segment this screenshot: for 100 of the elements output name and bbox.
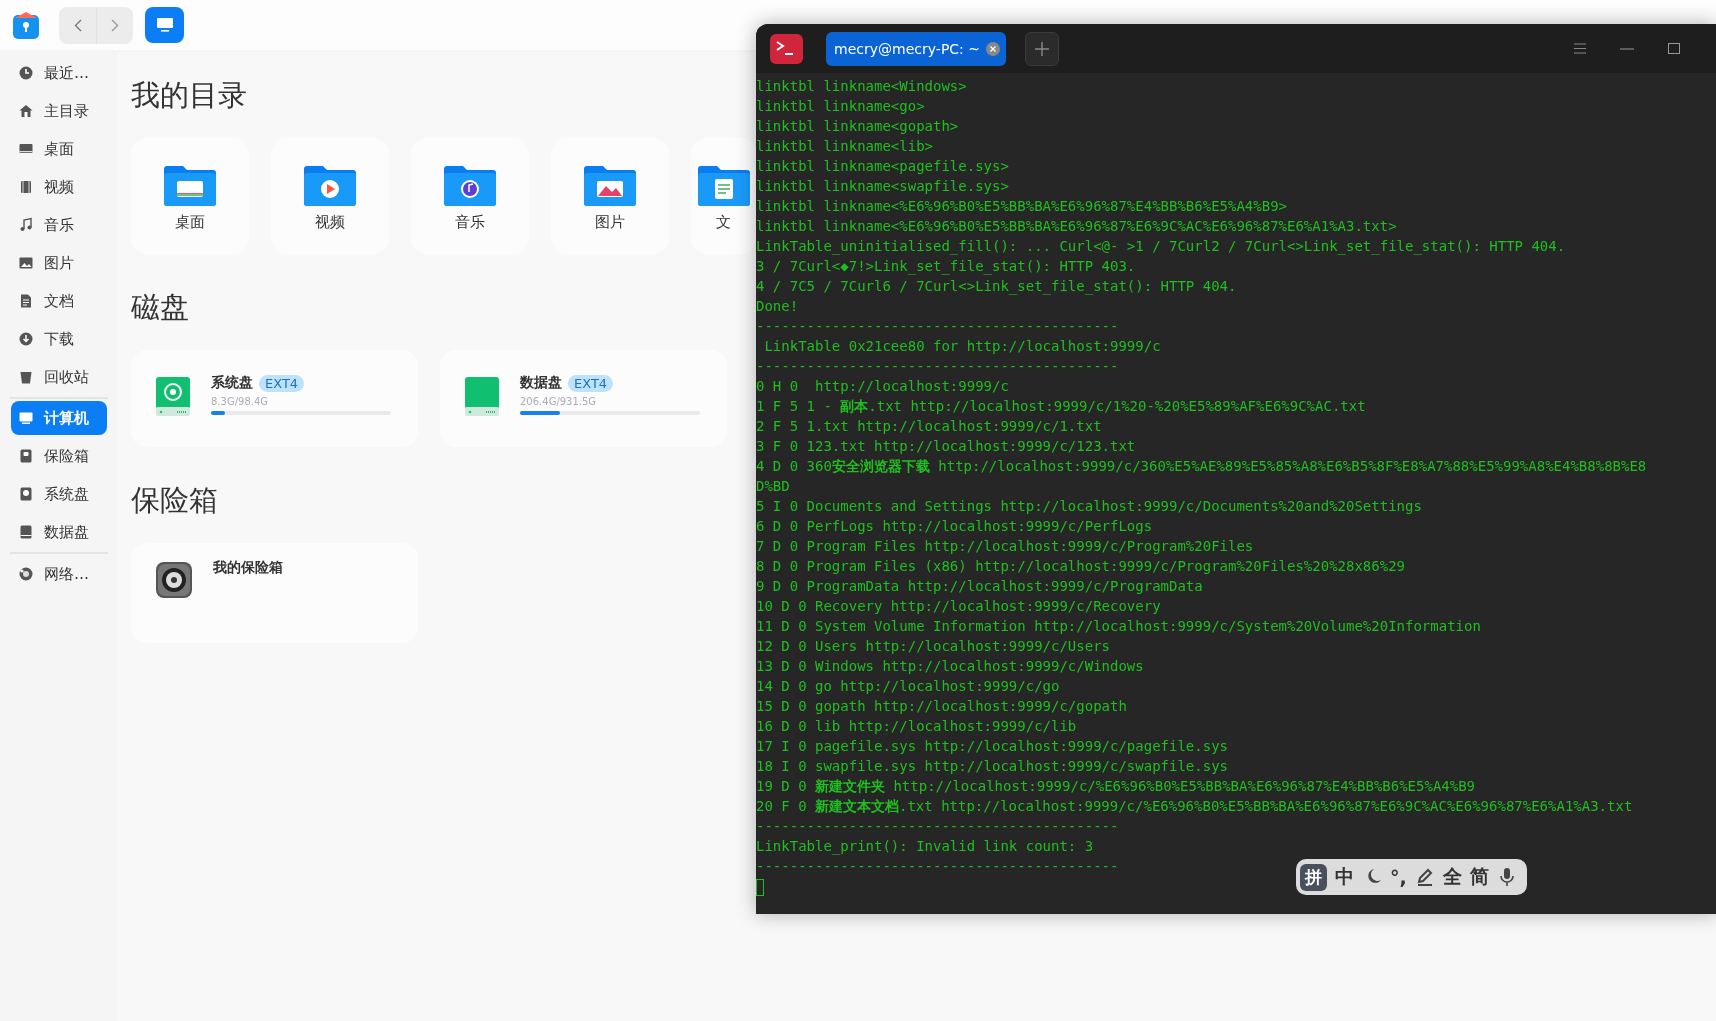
terminal-line: Done! xyxy=(756,297,799,316)
ime-option-button[interactable]: 中 xyxy=(1335,864,1354,890)
folder-label: 视频 xyxy=(315,212,345,232)
sidebar-item[interactable]: 音乐 xyxy=(11,206,107,244)
trash-icon xyxy=(18,369,34,385)
sidebar-item[interactable]: 网络… xyxy=(11,555,107,593)
film-icon xyxy=(18,179,34,195)
terminal-line: linktbl linkname<pagefile.sys> xyxy=(756,157,1009,176)
computer-icon xyxy=(18,410,34,426)
network-icon xyxy=(18,566,34,582)
disk-usage: 206.4G/931.5G xyxy=(520,396,598,407)
home-icon xyxy=(18,103,34,119)
terminal-line: linktbl linkname<%E6%96%B0%E5%BB%BA%E6%96%87%E6%9C%AC%E6%96%87%E6%A1%A3.txt> xyxy=(756,217,1397,236)
terminal-line: 4 / 7C5 / 7Curl6 / 7Curl<>Link_set_file_stat(): HTTP 404. xyxy=(756,277,1237,296)
input-mode-button[interactable]: 拼 xyxy=(1300,863,1327,891)
ime-option-button[interactable]: 全 xyxy=(1442,864,1462,890)
chevron-left-icon xyxy=(73,18,82,32)
terminal-line: LinkTable_uninitialised_fill(): ... Curl<@- >1 / 7Curl2 / 7Curl<>Link_set_file_stat(): HTTP 404. xyxy=(756,237,1566,256)
terminal-line: 6 D 0 PerfLogs http://localhost:9999/c/PerfLogs xyxy=(756,517,1153,536)
terminal-line: 8 D 0 Program Files (x86) http://localhost:9999/c/Program%20Files%20%28x86%29 xyxy=(756,557,1405,576)
sidebar-item[interactable]: 数据盘 xyxy=(11,513,107,551)
sidebar-item[interactable]: 保险箱 xyxy=(11,437,107,475)
terminal-line: 12 D 0 Users http://localhost:9999/c/Users xyxy=(756,637,1110,656)
disk-card[interactable]: 数据盘 EXT4 206.4G/931.5G xyxy=(440,350,727,447)
terminal-line: 3 / 7Curl<◆7!>Link_set_file_stat(): HTTP 403. xyxy=(756,257,1136,276)
drive-icon xyxy=(155,376,191,418)
clock-icon xyxy=(18,65,34,81)
folder-label: 桌面 xyxy=(175,212,205,232)
ime-option-button[interactable]: 简 xyxy=(1469,864,1489,890)
minimize-button[interactable] xyxy=(1620,47,1634,50)
terminal-line: 11 D 0 System Volume Information http://localhost:9999/c/System%20Volume%20Information xyxy=(756,617,1481,636)
terminal-line: 18 I 0 swapfile.sys http://localhost:9999/c/swapfile.sys xyxy=(756,757,1228,776)
terminal-line: ------------------------------------------- xyxy=(756,357,1119,376)
folder-card[interactable]: 图片 xyxy=(551,138,669,254)
vault-icon xyxy=(18,448,34,464)
terminal-line: LinkTable 0x21cee80 for http://localhost:9999/c xyxy=(763,337,1161,356)
terminal-line: 1 F 5 1 - 副本.txt http://localhost:9999/c/1%20-%20%E5%89%AF%E6%9C%AC.txt xyxy=(756,397,1366,416)
terminal-line: linktbl linkname<go> xyxy=(756,97,925,116)
image-icon xyxy=(18,255,34,271)
app-logo-icon[interactable] xyxy=(11,10,41,40)
sidebar-item[interactable]: 最近… xyxy=(11,54,107,92)
terminal-line: 10 D 0 Recovery http://localhost:9999/c/Recovery xyxy=(756,597,1161,616)
folder-label: 文 xyxy=(716,212,731,232)
folder-label: 图片 xyxy=(595,212,625,232)
terminal-line: 0 H 0 http://localhost:9999/c xyxy=(756,377,1009,396)
sidebar-item[interactable]: 主目录 xyxy=(11,92,107,130)
sidebar-item[interactable]: 图片 xyxy=(11,244,107,282)
chevron-right-icon xyxy=(111,18,119,32)
folder-card[interactable]: 视频 xyxy=(271,138,389,254)
folder-card[interactable]: 桌面 xyxy=(131,138,249,254)
text-cursor xyxy=(756,878,764,896)
download-icon xyxy=(18,331,34,347)
folder-card[interactable]: 文 xyxy=(691,138,756,254)
terminal-line: 20 F 0 新建文本文档.txt http://localhost:9999/c/%E6%96%B0%E5%BB%BA%E6%96%87%E6%9C%AC%E6%96%87%E6%A1%A3.txt xyxy=(756,797,1633,816)
terminal-line: 2 F 5 1.txt http://localhost:9999/c/1.txt xyxy=(756,417,1102,436)
section-heading: 磁盘 xyxy=(131,289,189,326)
sidebar-item[interactable]: 计算机 xyxy=(11,401,107,435)
disk-name: 数据盘 xyxy=(520,374,562,392)
terminal-tab[interactable]: mecry@mecry-PC: ~ xyxy=(826,31,1006,66)
terminal-line: 14 D 0 go http://localhost:9999/c/go xyxy=(756,677,1060,696)
maximize-icon xyxy=(1668,43,1680,54)
terminal-line: linktbl linkname<gopath> xyxy=(756,117,959,136)
ime-option-button[interactable]: °, xyxy=(1390,866,1407,888)
new-tab-button[interactable] xyxy=(1025,31,1059,66)
computer-view-button[interactable] xyxy=(145,7,184,43)
sidebar-item[interactable]: 下载 xyxy=(11,320,107,358)
menu-button[interactable] xyxy=(1574,43,1586,54)
vault-card[interactable]: 我的保险箱 xyxy=(131,543,418,643)
terminal-line: ------------------------------------------- xyxy=(756,817,1119,836)
disk-card[interactable]: 系统盘 EXT4 8.3G/98.4G xyxy=(131,350,418,447)
folder-label: 音乐 xyxy=(455,212,485,232)
terminal-line: ------------------------------------------- xyxy=(756,857,1119,876)
terminal-line: 3 F 0 123.txt http://localhost:9999/c/123.txt xyxy=(756,437,1136,456)
sidebar-item[interactable]: 回收站 xyxy=(11,358,107,396)
terminal-line: D%BD xyxy=(756,477,790,496)
folder-card[interactable]: 音乐 xyxy=(411,138,529,254)
drive-icon xyxy=(464,376,500,418)
vault-name: 我的保险箱 xyxy=(213,559,283,577)
terminal-line: 4 D 0 360安全浏览器下载 http://localhost:9999/c/360%E5%AE%89%E5%85%A8%E6%B5%8F%E8%A7%88%E5%99%A8%E4%B8%8B%E8 xyxy=(756,457,1647,476)
document-icon xyxy=(18,293,34,309)
music-note-icon xyxy=(18,217,34,233)
sidebar-item[interactable]: 视频 xyxy=(11,168,107,206)
sidebar-item[interactable]: 文档 xyxy=(11,282,107,320)
terminal-line: 15 D 0 gopath http://localhost:9999/c/gopath xyxy=(756,697,1127,716)
disk-name: 系统盘 xyxy=(211,374,253,392)
terminal-line: ------------------------------------------- xyxy=(756,317,1119,336)
terminal-line: 16 D 0 lib http://localhost:9999/c/lib xyxy=(756,717,1077,736)
terminal-line: 19 D 0 新建文件夹 http://localhost:9999/c/%E6%96%B0%E5%BB%BA%E6%96%87%E4%BB%B6%E5%A4%B9 xyxy=(756,777,1476,796)
terminal-app-icon xyxy=(770,33,803,64)
sidebar-item[interactable]: 桌面 xyxy=(11,130,107,168)
terminal-line: linktbl linkname<Windows> xyxy=(756,77,967,96)
terminal-line: 9 D 0 ProgramData http://localhost:9999/c/ProgramData xyxy=(756,577,1203,596)
section-heading: 保险箱 xyxy=(131,482,218,519)
terminal-line: 7 D 0 Program Files http://localhost:9999/c/Program%20Files xyxy=(756,537,1254,556)
close-icon[interactable] xyxy=(986,41,1000,56)
terminal-line: 13 D 0 Windows http://localhost:9999/c/Windows xyxy=(756,657,1144,676)
safe-icon xyxy=(155,561,193,599)
sidebar-item[interactable]: 系统盘 xyxy=(11,475,107,513)
section-heading: 我的目录 xyxy=(131,77,247,114)
maximize-button[interactable] xyxy=(1668,43,1680,54)
